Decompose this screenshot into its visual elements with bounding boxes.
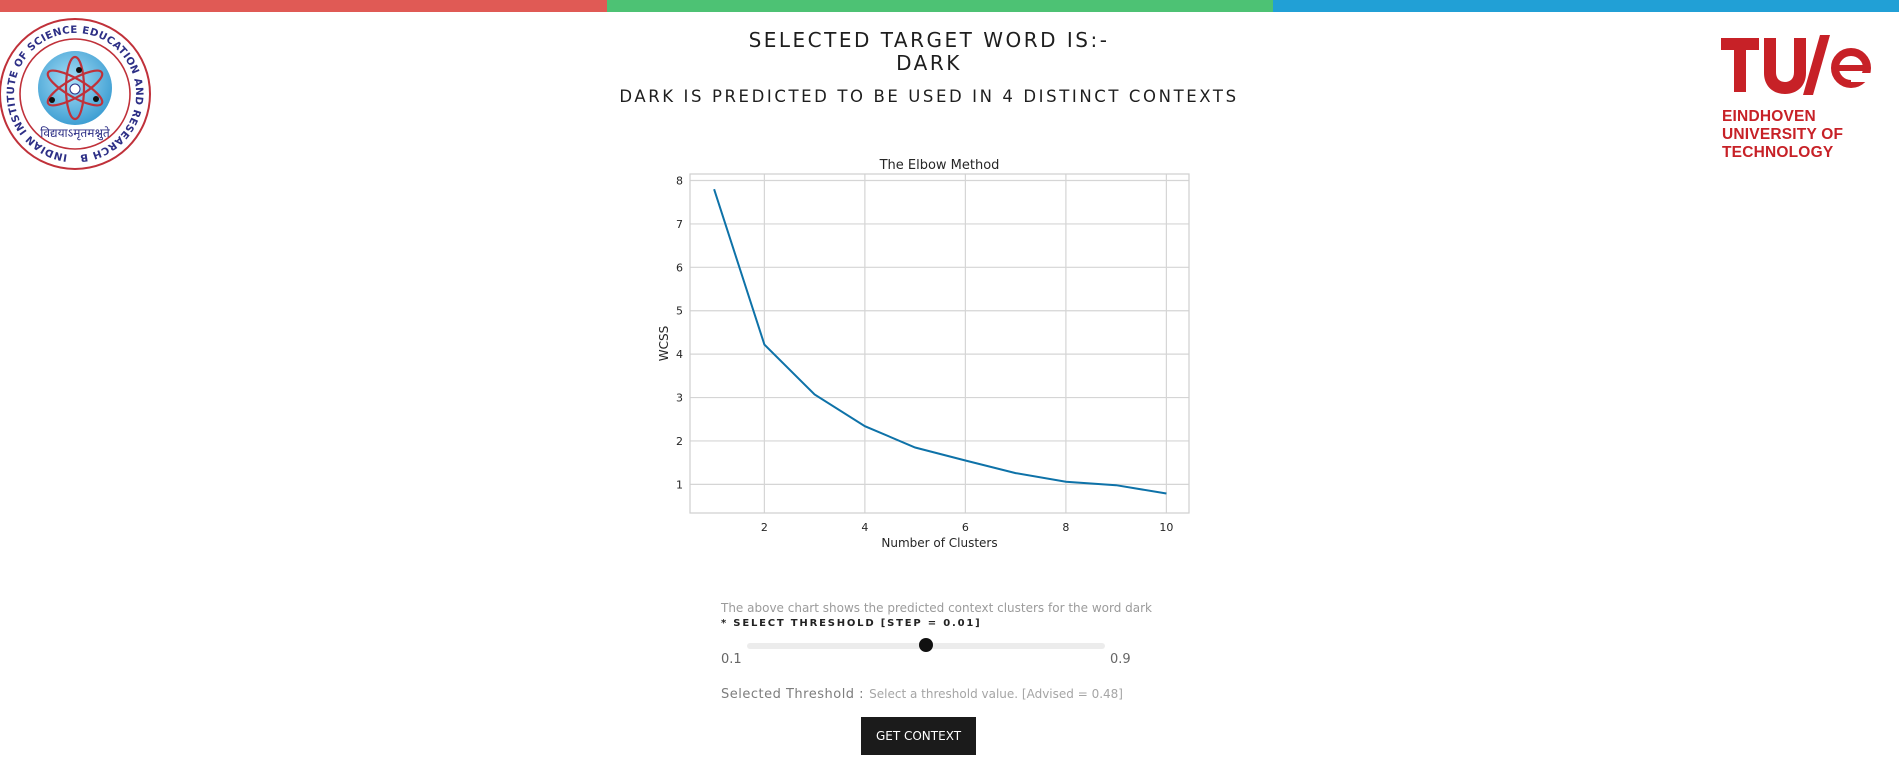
selected-threshold: Selected Threshold : Select a threshold … [721,683,1123,702]
y-tick-label: 4 [676,348,683,361]
y-tick-label: 2 [676,435,683,448]
top-bar-blue-segment [1273,0,1899,12]
tue-name-line: UNIVERSITY OF [1722,126,1844,143]
prediction-summary: DARK IS PREDICTED TO BE USED IN 4 DISTIN… [619,87,1239,106]
top-bar-red-segment [0,0,607,12]
elbow-chart: 2 4 6 8 10 1 2 3 4 5 6 7 8 The Elbow Method Number of … [650,148,1200,558]
x-tick-label: 6 [962,521,969,534]
threshold-slider[interactable] [747,638,1105,652]
target-word: DARK [896,51,962,75]
x-tick-label: 10 [1159,521,1173,534]
y-tick-label: 8 [676,175,683,188]
x-tick-label: 2 [761,521,768,534]
slider-max-value: 0.9 [1110,652,1131,667]
elbow-chart-svg: 2 4 6 8 1012345678The Elbow MethodNumber of … [657,158,1190,550]
top-bar-green-segment [607,0,1273,12]
x-axis-label: Number of Clusters [881,536,997,550]
y-tick-label: 6 [676,261,683,274]
iiser-bhopal-seal-icon: INDIAN INSTITUTE OF SCIENCE EDUCATION AN… [0,9,156,177]
threshold-slider-thumb[interactable] [919,638,933,652]
x-tick-label: 8 [1062,521,1069,534]
y-tick-label: 1 [676,478,683,491]
tue-name-line: TECHNOLOGY [1722,144,1834,161]
top-color-bar [0,0,1899,12]
page-title: SELECTED TARGET WORD IS:- [748,28,1110,52]
svg-text:विद्ययाऽमृतमश्नुते: विद्ययाऽमृतमश्नुते [40,126,111,141]
threshold-slider-label: * SELECT THRESHOLD [STEP = 0.01] [721,618,982,629]
tue-logo-icon [1721,35,1871,95]
tue-name-line: EINDHOVEN [1722,108,1816,125]
chart-title: The Elbow Method [879,158,1000,173]
y-tick-label: 7 [676,218,683,231]
tue-logo: EINDHOVEN UNIVERSITY OF TECHNOLOGY [1721,34,1871,164]
slider-min-value: 0.1 [721,652,742,667]
get-context-button[interactable]: GET CONTEXT [861,717,976,755]
y-tick-label: 5 [676,305,683,318]
y-axis-label: WCSS [657,326,671,361]
chart-caption: The above chart shows the predicted cont… [721,601,1152,615]
y-tick-label: 3 [676,392,683,405]
tue-university-name: EINDHOVEN UNIVERSITY OF TECHNOLOGY [1722,108,1872,162]
selected-threshold-value: Select a threshold value. [Advised = 0.4… [869,687,1123,701]
selected-threshold-label: Selected Threshold : [721,687,865,702]
x-tick-label: 4 [861,521,868,534]
